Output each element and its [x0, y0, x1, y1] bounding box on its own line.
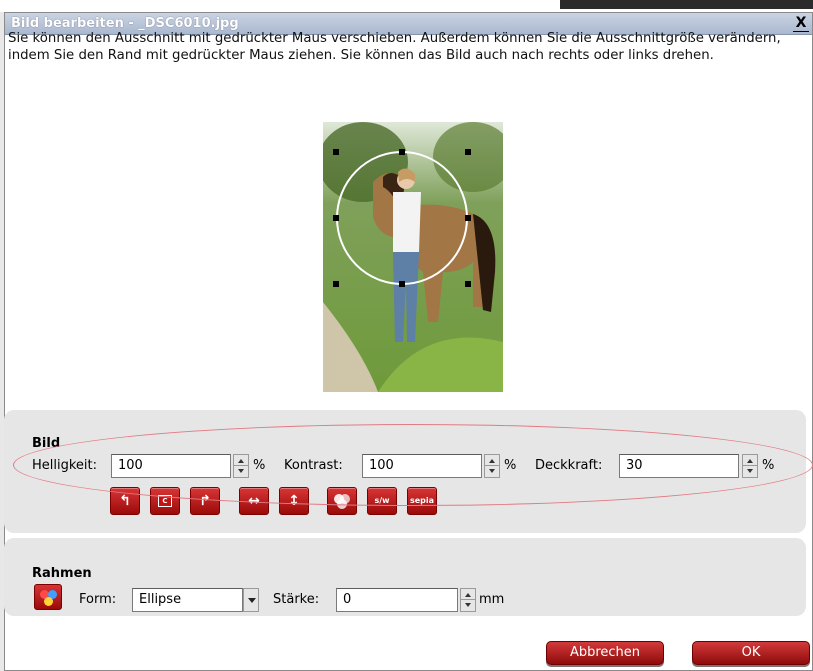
staerke-unit: mm — [479, 592, 505, 607]
ok-button[interactable]: OK — [692, 641, 810, 665]
frame-color-button[interactable] — [34, 584, 62, 610]
photo-preview[interactable] — [323, 122, 503, 392]
staerke-input[interactable]: 0 — [336, 588, 458, 612]
cancel-button[interactable]: Abbrechen — [546, 641, 664, 665]
background-window — [560, 0, 813, 9]
rotate-left-icon: ↰ — [119, 493, 131, 509]
staerke-label: Stärke: — [273, 592, 320, 607]
form-select[interactable]: Ellipse — [132, 588, 243, 612]
rahmen-heading: Rahmen — [32, 566, 92, 581]
annotation-ellipse — [13, 424, 813, 506]
top-strip — [0, 0, 813, 12]
staerke-stepper[interactable] — [460, 588, 476, 612]
dialog-title: Bild bearbeiten - _DSC6010.jpg — [11, 16, 239, 31]
form-label: Form: — [79, 592, 117, 607]
chevron-down-icon[interactable] — [243, 588, 259, 612]
instructions-text: Sie können den Ausschnitt mit gedrückter… — [8, 31, 781, 63]
